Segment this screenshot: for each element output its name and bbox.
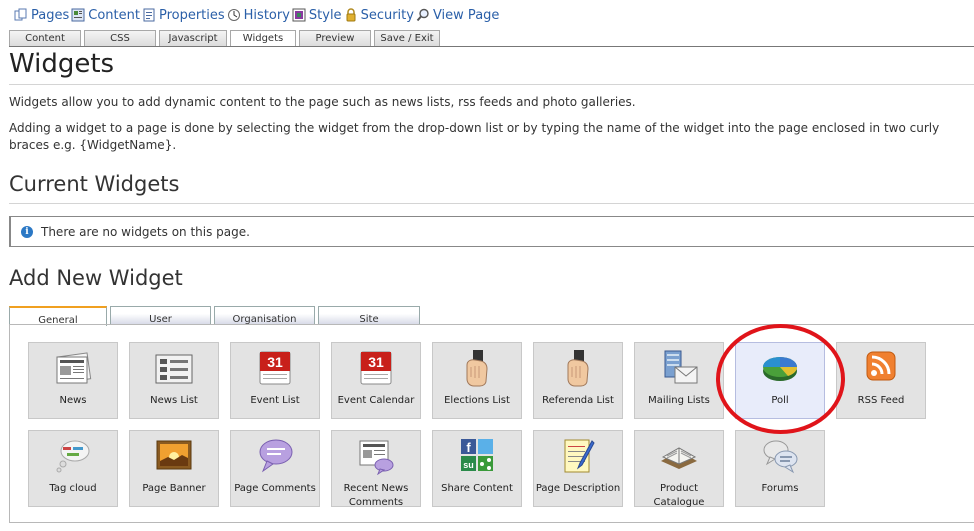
title-rule	[9, 84, 974, 85]
newspaper-icon	[56, 352, 92, 384]
content-icon	[71, 8, 85, 22]
instructions-text: Adding a widget to a page is done by sel…	[9, 121, 940, 152]
tab-save-exit[interactable]: Save / Exit	[374, 30, 440, 46]
tab-organisation[interactable]: Organisation	[214, 306, 315, 325]
widget-forums[interactable]: Forums	[735, 430, 825, 507]
hand-ballot-icon	[567, 350, 589, 387]
widget-category-tabs: General User Organisation Site	[9, 306, 423, 326]
history-icon	[227, 9, 240, 21]
widget-rss-feed[interactable]: RSS Feed	[836, 342, 926, 419]
tab-javascript[interactable]: Javascript	[159, 30, 227, 46]
hand-ballot-icon	[466, 350, 488, 387]
page-title: Widgets	[9, 49, 115, 79]
tab-general[interactable]: General	[9, 306, 107, 326]
share-icon: f su	[461, 439, 493, 471]
widget-page-banner[interactable]: Page Banner	[129, 430, 219, 507]
tab-site[interactable]: Site	[318, 306, 420, 325]
banner-icon	[156, 440, 192, 470]
widget-event-list[interactable]: 31 Event List	[230, 342, 320, 419]
open-book-icon	[661, 447, 697, 469]
widget-share-content[interactable]: f su Share Content	[432, 430, 522, 507]
news-list-icon	[155, 354, 193, 384]
toolbar-properties[interactable]: Properties	[142, 8, 225, 23]
tag-cloud-icon	[56, 440, 90, 473]
widget-elections-list[interactable]: Elections List	[432, 342, 522, 419]
widget-recent-news-comments[interactable]: Recent News Comments	[331, 430, 421, 508]
toolbar-security[interactable]: Security	[344, 8, 414, 23]
svg-text:f: f	[466, 440, 471, 455]
toolbar-style[interactable]: Style	[292, 8, 342, 23]
intro-text: Widgets allow you to add dynamic content…	[9, 95, 636, 109]
magnifier-icon	[416, 8, 429, 22]
widget-news[interactable]: News	[28, 342, 118, 419]
no-widgets-notice: i There are no widgets on this page.	[9, 216, 974, 247]
toolbar-history[interactable]: History	[227, 8, 290, 23]
rss-icon	[866, 351, 896, 381]
add-widget-heading: Add New Widget	[9, 266, 183, 290]
newspaper-comment-icon	[359, 440, 394, 475]
svg-text:31: 31	[267, 354, 283, 370]
pages-icon	[14, 8, 27, 21]
tabs-divider	[9, 46, 974, 47]
widget-referenda-list[interactable]: Referenda List	[533, 342, 623, 419]
forum-bubbles-icon	[763, 440, 798, 474]
widget-mailing-lists[interactable]: Mailing Lists	[634, 342, 724, 419]
speech-bubble-icon	[259, 439, 293, 473]
calendar-icon: 31	[360, 351, 392, 385]
svg-text:su: su	[463, 460, 474, 470]
widget-page-comments[interactable]: Page Comments	[230, 430, 320, 507]
info-icon: i	[21, 225, 33, 238]
mailing-list-icon	[664, 350, 698, 384]
toolbar-content[interactable]: Content	[71, 8, 140, 23]
tab-widgets[interactable]: Widgets	[230, 30, 296, 47]
widget-event-calendar[interactable]: 31 Event Calendar	[331, 342, 421, 419]
tab-user[interactable]: User	[110, 306, 211, 325]
tab-css[interactable]: CSS	[84, 30, 156, 46]
widget-news-list[interactable]: News List	[129, 342, 219, 419]
notepad-icon	[564, 439, 595, 473]
tab-preview[interactable]: Preview	[299, 30, 371, 46]
current-widgets-rule	[9, 203, 974, 204]
highlight-circle	[716, 324, 845, 434]
style-icon	[292, 8, 306, 22]
properties-icon	[143, 8, 155, 22]
calendar-icon: 31	[259, 351, 291, 385]
toolbar-pages[interactable]: Pages	[14, 8, 69, 23]
widget-page-description[interactable]: Page Description	[533, 430, 623, 507]
lock-icon	[346, 8, 356, 22]
toolbar-view-page[interactable]: View Page	[416, 8, 499, 23]
svg-text:31: 31	[368, 354, 384, 370]
tab-content[interactable]: Content	[9, 30, 81, 46]
editor-tabs: Content CSS Javascript Widgets Preview S…	[9, 30, 443, 47]
widget-product-catalogue[interactable]: Product Catalogue	[634, 430, 724, 508]
current-widgets-heading: Current Widgets	[9, 172, 180, 196]
top-toolbar: Pages Content Properties History Style S…	[14, 5, 501, 25]
widget-tag-cloud[interactable]: Tag cloud	[28, 430, 118, 507]
